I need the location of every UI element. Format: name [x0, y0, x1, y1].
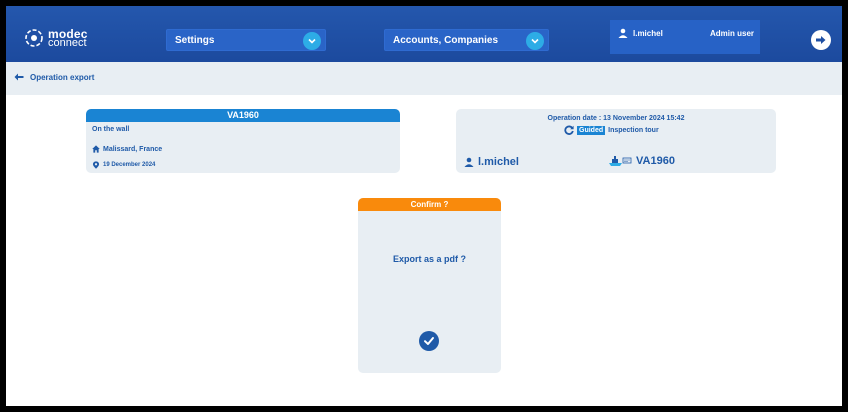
user-name: l.michel: [633, 28, 663, 38]
confirm-dialog-title: Confirm ?: [358, 198, 501, 211]
location-description-text: On the wall: [92, 126, 130, 133]
chevron-down-icon: [303, 32, 321, 50]
arrow-left-icon: [14, 73, 24, 81]
location-place-text: Malissard, France: [103, 145, 163, 153]
user-role: Admin user: [710, 29, 755, 38]
accounts-select[interactable]: Accounts, Companies: [384, 29, 549, 51]
breadcrumb-bar: Operation export: [6, 62, 842, 95]
logo-icon: [25, 29, 43, 47]
settings-select-value: Settings: [175, 35, 215, 46]
back-link-label: Operation export: [30, 72, 95, 82]
logo[interactable]: modec connect: [24, 28, 88, 48]
logo-text-bottom: connect: [48, 36, 87, 49]
accounts-select-value: Accounts, Companies: [393, 35, 499, 46]
logout-icon: [816, 36, 826, 44]
user-menu[interactable]: l.michel Admin user: [610, 20, 760, 54]
operation-boat-id: VA1960: [636, 155, 675, 167]
tour-type-line: Guided Inspection tour: [564, 125, 659, 135]
map-pin-icon: [92, 161, 100, 169]
logout-button[interactable]: [811, 30, 831, 50]
location-place: Malissard, France: [92, 145, 162, 153]
top-header: modec connect Settings Accounts, Compani…: [6, 6, 842, 62]
operation-user: l.michel: [464, 156, 519, 168]
refresh-icon: [564, 125, 574, 135]
home-icon: [92, 145, 100, 153]
settings-select[interactable]: Settings: [166, 29, 326, 51]
user-icon: [464, 157, 474, 167]
confirm-question: Export as a pdf ?: [392, 254, 466, 264]
location-date-text: 19 December 2024: [103, 162, 156, 168]
operation-card: Operation date : 13 November 2024 15:42 …: [456, 109, 776, 173]
location-card-title: VA1960: [86, 109, 400, 122]
location-card: VA1960 On the wall Malissard, France 19 …: [86, 109, 400, 173]
chevron-down-icon: [526, 32, 544, 50]
operation-user-name: l.michel: [478, 156, 519, 168]
operation-date: Operation date : 13 November 2024 15:42: [547, 115, 685, 122]
location-date: 19 December 2024: [92, 161, 155, 169]
operation-boat: VA1960: [608, 155, 675, 167]
boat-icon: [609, 156, 632, 166]
check-icon: [424, 337, 434, 345]
back-link[interactable]: Operation export: [14, 72, 94, 82]
confirm-button[interactable]: [419, 331, 439, 351]
app-window: modec connect Settings Accounts, Compani…: [6, 6, 842, 406]
confirm-dialog: Confirm ? Export as a pdf ?: [358, 198, 501, 373]
tour-type: Inspection tour: [608, 126, 659, 134]
guided-badge: Guided: [577, 125, 606, 135]
location-description: On the wall: [92, 126, 129, 133]
user-icon: [618, 28, 628, 38]
